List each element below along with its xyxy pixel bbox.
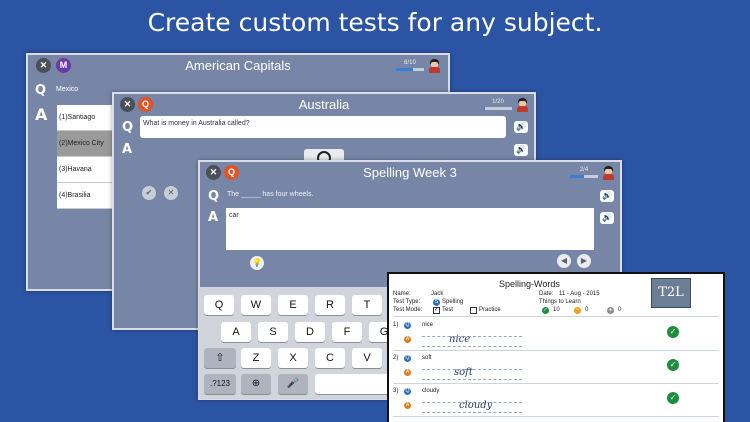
handwritten-answer: nice — [449, 334, 471, 345]
progress-text: 1/20 — [492, 99, 504, 105]
key-v[interactable]: V — [352, 348, 382, 368]
correct-check-icon: ✓ — [667, 326, 679, 338]
onscreen-keyboard: Q W E R T A S D F G ⇧ Z X C V .?123 ⊕ 🎤 — [199, 287, 419, 399]
question-text: The _____ has four wheels. — [227, 191, 314, 198]
globe-key-icon[interactable]: ⊕ — [241, 374, 271, 394]
mode-practice-checkbox — [470, 307, 477, 314]
test-type-label: Test Type: — [393, 299, 421, 305]
things-to-learn-label: Things to Learn — [539, 299, 581, 305]
speaker-icon[interactable]: 🔊 — [514, 144, 528, 156]
choice-4[interactable]: (4)Brasilia — [57, 183, 113, 209]
wrong-count: 0 — [618, 307, 622, 313]
wrong-count-icon: ● — [607, 307, 614, 314]
speaker-icon[interactable]: 🔊 — [514, 121, 528, 133]
progress-indicator: 6/10 — [396, 60, 424, 71]
card-title: American Capitals — [185, 58, 291, 73]
spelling-type-icon: S — [433, 299, 440, 306]
cross-icon[interactable]: ✕ — [164, 186, 178, 200]
answer-mark-icon: A — [404, 336, 411, 343]
card-title: Spelling Week 3 — [363, 165, 457, 180]
correct-count-icon: ✓ — [542, 307, 549, 314]
next-arrow-icon[interactable]: ▶ — [577, 254, 591, 268]
progress-indicator: 2/4 — [570, 167, 598, 178]
progress-text: 2/4 — [579, 167, 589, 173]
check-icon[interactable]: ✔ — [142, 186, 156, 200]
key-c[interactable]: C — [315, 348, 345, 368]
key-e[interactable]: E — [278, 295, 308, 315]
key-x[interactable]: X — [278, 348, 308, 368]
key-f[interactable]: F — [332, 322, 362, 342]
numbers-key[interactable]: .?123 — [204, 374, 236, 394]
speaker-icon[interactable]: 🔊 — [600, 212, 614, 224]
microphone-key-icon[interactable]: 🎤 — [278, 374, 308, 394]
key-z[interactable]: Z — [241, 348, 271, 368]
handwritten-answer: cloudy — [459, 400, 493, 411]
choice-3[interactable]: (3)Havana — [57, 157, 113, 183]
question-label: Q — [35, 83, 47, 98]
answer-mark-icon: A — [404, 369, 411, 376]
name-label: Name: — [393, 291, 411, 297]
correct-check-icon: ✓ — [667, 359, 679, 371]
date-label: Date: — [539, 291, 554, 297]
progress-fill — [396, 68, 413, 71]
partial-count-icon: ~ — [574, 307, 581, 314]
item-number: 1) — [393, 322, 399, 328]
answer-label: A — [208, 210, 219, 225]
item-word: soft — [422, 355, 432, 361]
answer-label: A — [35, 105, 48, 124]
answer-mark-icon: A — [404, 402, 411, 409]
user-avatar-icon[interactable] — [516, 98, 529, 112]
question-mark-icon: Q — [404, 388, 411, 395]
user-avatar-icon[interactable] — [602, 166, 615, 180]
answer-input[interactable] — [226, 208, 594, 250]
question-mark-icon: Q — [404, 355, 411, 362]
key-t[interactable]: T — [352, 295, 382, 315]
key-w[interactable]: W — [241, 295, 271, 315]
student-name: Jack — [431, 291, 444, 297]
key-d[interactable]: D — [295, 322, 325, 342]
shift-key[interactable]: ⇧ — [204, 348, 236, 368]
question-label: Q — [122, 120, 134, 135]
mode-test-label: Test — [442, 307, 454, 313]
partial-count: 0 — [585, 307, 589, 313]
progress-fill — [484, 107, 486, 110]
progress-fill — [570, 175, 584, 178]
card-titlebar: ✕ M American Capitals 6/10 — [28, 55, 448, 77]
card-titlebar: ✕ Q Australia 1/20 — [114, 94, 534, 116]
key-s[interactable]: S — [258, 322, 288, 342]
key-a[interactable]: A — [221, 322, 251, 342]
key-r[interactable]: R — [315, 295, 345, 315]
progress-indicator: 1/20 — [484, 99, 512, 110]
item-number: 2) — [393, 355, 399, 361]
answer-label: A — [122, 142, 133, 157]
date-value: 11 - Aug - 2015 — [559, 291, 600, 297]
question-mark-icon: Q — [404, 322, 411, 329]
headline: Create custom tests for any subject. — [147, 8, 603, 37]
speaker-icon[interactable]: 🔊 — [600, 190, 614, 202]
key-q[interactable]: Q — [204, 295, 234, 315]
handwritten-answer: soft — [454, 367, 473, 378]
printed-worksheet: Spelling-Words Name: Jack Date: 11 - Aug… — [387, 272, 725, 422]
test-type-value: Spelling — [442, 299, 464, 305]
mode-practice-label: Practice — [479, 307, 501, 313]
test-mode-label: Test Mode: — [393, 307, 423, 313]
choice-1[interactable]: (1)Santiago — [57, 105, 113, 131]
mode-test-checkbox: ✓ — [433, 307, 440, 314]
prev-arrow-icon[interactable]: ◀ — [557, 254, 571, 268]
question-text: What is money in Australia called? — [140, 116, 506, 138]
progress-text: 6/10 — [404, 60, 416, 66]
worksheet-title: Spelling-Words — [499, 279, 560, 289]
correct-count: 10 — [553, 307, 560, 313]
t2l-logo: T2L — [651, 278, 691, 308]
hint-bulb-icon[interactable]: 💡 — [250, 256, 264, 270]
card-title: Australia — [298, 97, 350, 112]
question-label: Q — [208, 189, 220, 204]
choice-2[interactable]: (2)Mexico City — [57, 131, 113, 157]
correct-check-icon: ✓ — [667, 392, 679, 404]
item-word: nice — [422, 322, 434, 328]
user-avatar-icon[interactable] — [428, 59, 441, 73]
card-titlebar: ✕ Q Spelling Week 3 2/4 — [200, 162, 620, 184]
item-number: 3) — [393, 388, 399, 394]
item-word: cloudy — [422, 388, 440, 394]
